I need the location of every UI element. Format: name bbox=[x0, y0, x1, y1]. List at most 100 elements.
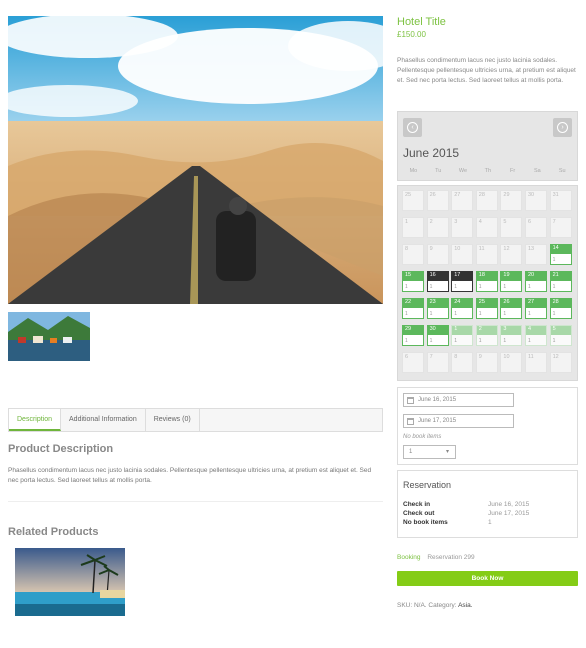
day-number: 24 bbox=[452, 299, 473, 308]
day-number: 13 bbox=[528, 246, 535, 252]
next-month-button[interactable]: › bbox=[553, 118, 572, 137]
day-number: 27 bbox=[526, 299, 546, 308]
weekday-label: Tu bbox=[435, 168, 442, 174]
calendar-day[interactable]: 23 1 bbox=[426, 298, 449, 319]
day-availability-count: 1 bbox=[503, 311, 507, 317]
weekday-label: Su bbox=[558, 168, 566, 174]
product-thumbnail[interactable] bbox=[8, 312, 90, 361]
day-number: 7 bbox=[429, 354, 433, 360]
calendar-day: 2 bbox=[426, 217, 449, 238]
day-number: 26 bbox=[501, 299, 522, 308]
book-now-button[interactable]: Book Now bbox=[397, 571, 578, 586]
day-number: 14 bbox=[550, 245, 571, 254]
day-number: 31 bbox=[552, 192, 559, 198]
calendar-day: 29 bbox=[500, 190, 523, 211]
product-title: Hotel Title bbox=[397, 16, 446, 28]
calendar-weekdays: Mo Tu We Th Fr Sa Su bbox=[401, 168, 575, 174]
tab-description[interactable]: Description bbox=[9, 409, 62, 431]
day-availability-count: 1 bbox=[552, 284, 556, 290]
calendar-day: 12 bbox=[549, 352, 572, 373]
day-number: 10 bbox=[454, 246, 461, 252]
calendar-day: 10 bbox=[451, 244, 474, 265]
divider bbox=[8, 501, 383, 502]
calendar-day[interactable]: 51 bbox=[549, 325, 572, 346]
calendar-day[interactable]: 21 bbox=[475, 325, 498, 346]
calendar-day: 9 bbox=[426, 244, 449, 265]
related-product-image[interactable] bbox=[15, 548, 125, 616]
weekday-label: Sa bbox=[534, 168, 541, 174]
day-number: 3 bbox=[454, 219, 458, 225]
calendar-day[interactable]: 11 bbox=[451, 325, 474, 346]
check-in-field[interactable]: June 16, 2015 bbox=[403, 393, 514, 407]
reservation-value: 1 bbox=[488, 519, 492, 526]
day-availability-count: 1 bbox=[454, 338, 457, 344]
calendar-day[interactable]: 28 1 bbox=[549, 298, 572, 319]
day-number: 28 bbox=[550, 299, 571, 308]
day-availability-count: 1 bbox=[478, 311, 482, 317]
day-number: 2 bbox=[476, 326, 497, 335]
calendar-day[interactable]: 41 bbox=[525, 325, 547, 346]
calendar-day[interactable]: 31 bbox=[500, 325, 523, 346]
tab-reviews[interactable]: Reviews (0) bbox=[146, 409, 200, 431]
day-availability-count: 1 bbox=[552, 257, 556, 263]
calendar-month-label: June 2015 bbox=[403, 146, 460, 160]
no-book-items-value: 1 bbox=[409, 449, 413, 455]
day-availability-count: 1 bbox=[552, 311, 556, 317]
check-in-value: June 16, 2015 bbox=[418, 397, 457, 403]
calendar-day[interactable]: 18 1 bbox=[475, 271, 498, 292]
day-number: 11 bbox=[478, 246, 485, 252]
calendar-day: 1 bbox=[402, 217, 424, 238]
day-number: 17 bbox=[452, 272, 473, 281]
day-availability-count: 1 bbox=[528, 311, 531, 317]
reservation-number: Reservation 299 bbox=[427, 554, 475, 561]
day-availability-count: 1 bbox=[528, 338, 531, 344]
product-short-description: Phasellus condimentum lacus nec justo la… bbox=[397, 57, 576, 84]
no-book-items-select[interactable]: 1 ▾ bbox=[403, 445, 456, 459]
calendar-day[interactable]: 29 1 bbox=[402, 325, 424, 346]
calendar-day: 8 bbox=[451, 352, 474, 373]
day-number: 29 bbox=[503, 192, 510, 198]
calendar-day[interactable]: 22 1 bbox=[402, 298, 424, 319]
product-price: £150.00 bbox=[397, 30, 426, 39]
day-number: 25 bbox=[405, 192, 412, 198]
calendar-day: 6 bbox=[402, 352, 424, 373]
day-availability-count: 1 bbox=[478, 338, 482, 344]
check-out-field[interactable]: June 17, 2015 bbox=[403, 414, 514, 428]
calendar-day[interactable]: 14 1 bbox=[549, 244, 572, 265]
day-number: 12 bbox=[503, 246, 510, 252]
booking-status: Booking Reservation 299 bbox=[397, 554, 475, 561]
product-main-image[interactable] bbox=[8, 16, 383, 304]
category-link[interactable]: Asia. bbox=[458, 602, 472, 609]
calendar-day: 7 bbox=[549, 217, 572, 238]
weekday-label: Fr bbox=[509, 168, 516, 174]
tab-additional-information[interactable]: Additional Information bbox=[61, 409, 146, 431]
description-text: Phasellus condimentum lacus nec justo la… bbox=[8, 467, 372, 484]
calendar-day[interactable]: 27 1 bbox=[525, 298, 547, 319]
calendar-day[interactable]: 26 1 bbox=[500, 298, 523, 319]
calendar-day: 9 bbox=[475, 352, 498, 373]
day-number: 9 bbox=[429, 246, 433, 252]
day-number: 1 bbox=[452, 326, 473, 335]
calendar-day[interactable]: 25 1 bbox=[475, 298, 498, 319]
calendar-day[interactable]: 19 1 bbox=[500, 271, 523, 292]
calendar-day: 26 bbox=[426, 190, 449, 211]
calendar-day: 7 bbox=[426, 352, 449, 373]
calendar-day[interactable]: 30 1 bbox=[426, 325, 449, 346]
day-availability-count: 1 bbox=[454, 311, 457, 317]
day-availability-count: 1 bbox=[405, 311, 408, 317]
prev-month-button[interactable]: ‹ bbox=[403, 118, 422, 137]
day-number: 8 bbox=[454, 354, 458, 360]
calendar-day[interactable]: 20 1 bbox=[525, 271, 547, 292]
calendar-day[interactable]: 21 1 bbox=[549, 271, 572, 292]
day-number: 18 bbox=[476, 272, 497, 281]
calendar-day[interactable]: 15 1 bbox=[402, 271, 424, 292]
day-number: 30 bbox=[528, 192, 535, 198]
calendar-day[interactable]: 17 1 bbox=[451, 271, 474, 292]
calendar-day[interactable]: 16 1 bbox=[426, 271, 449, 292]
day-number: 5 bbox=[503, 219, 507, 225]
calendar-day[interactable]: 24 1 bbox=[451, 298, 474, 319]
day-number: 10 bbox=[503, 354, 510, 360]
calendar-day: 5 bbox=[500, 217, 523, 238]
day-number: 4 bbox=[478, 219, 482, 225]
calendar-day: 25 bbox=[402, 190, 424, 211]
